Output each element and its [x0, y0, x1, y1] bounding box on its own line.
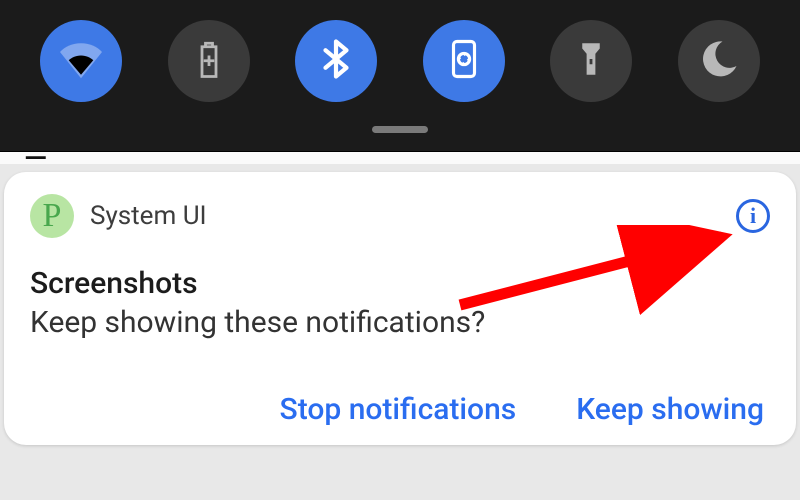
keep-showing-button[interactable]: Keep showing: [576, 392, 764, 427]
quick-settings-panel: [0, 0, 800, 152]
notification-channel-title: Screenshots: [30, 266, 770, 301]
notification-actions: Stop notifications Keep showing: [30, 392, 770, 427]
stop-notifications-button[interactable]: Stop notifications: [280, 392, 517, 427]
do-not-disturb-tile[interactable]: [678, 20, 760, 102]
info-glyph: i: [750, 203, 756, 229]
flashlight-tile[interactable]: [550, 20, 632, 102]
bluetooth-icon: [315, 38, 357, 84]
notification-info-icon[interactable]: i: [736, 199, 770, 233]
bluetooth-tile[interactable]: [295, 20, 377, 102]
panel-drag-handle[interactable]: [372, 126, 428, 133]
quick-settings-tiles: [14, 20, 786, 102]
wifi-icon: [60, 38, 102, 84]
screenshot-icon: [443, 38, 485, 84]
flashlight-icon: [570, 38, 612, 84]
app-name-label: System UI: [90, 201, 207, 231]
app-icon: P: [30, 194, 74, 238]
notification-card: P System UI i Screenshots Keep showing t…: [4, 172, 796, 445]
android-p-icon: P: [43, 199, 62, 233]
moon-icon: [698, 38, 740, 84]
partially-obscured-header: —: [0, 152, 800, 164]
battery-saver-tile[interactable]: [168, 20, 250, 102]
screenshot-tile[interactable]: [423, 20, 505, 102]
battery-icon: [188, 38, 230, 84]
notification-prompt-text: Keep showing these notifications?: [30, 305, 770, 340]
wifi-tile[interactable]: [40, 20, 122, 102]
notification-header: P System UI i: [30, 194, 770, 238]
